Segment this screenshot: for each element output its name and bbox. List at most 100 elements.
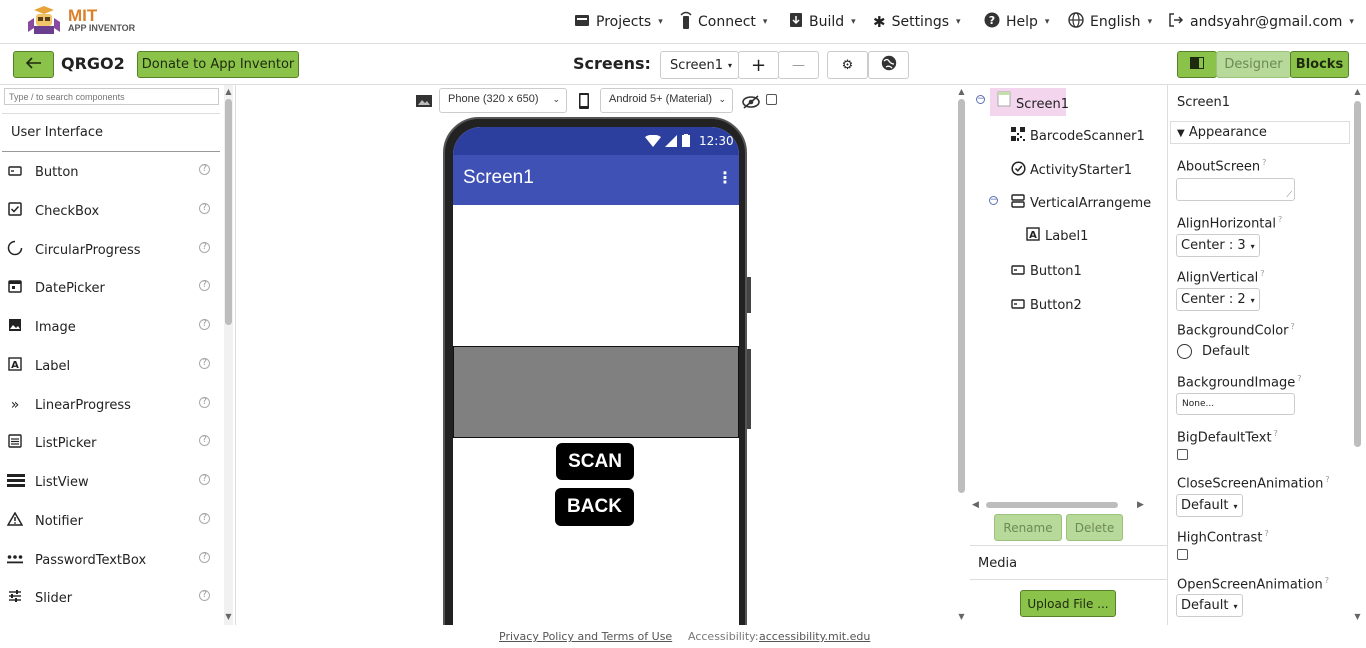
openscreenanimation-select[interactable]: Default ▾ xyxy=(1176,594,1243,617)
palette-item-circularprogress[interactable]: CircularProgress ? xyxy=(4,231,220,269)
palette-item-datepicker[interactable]: DatePicker ? xyxy=(4,269,220,307)
vertical-arrangement[interactable] xyxy=(453,346,739,438)
scrollbar-thumb[interactable] xyxy=(1354,101,1361,447)
tree-node-verticalarrangement1[interactable]: VerticalArrangeme xyxy=(1010,192,1151,214)
palette-item-label[interactable]: A Label ? xyxy=(4,347,220,385)
tree-node-barcodescanner1[interactable]: BarcodeScanner1 xyxy=(1010,125,1145,147)
palette-item-listpicker[interactable]: ListPicker ? xyxy=(4,424,220,462)
hidden-components-icon[interactable] xyxy=(742,94,760,113)
image-toggle-icon[interactable] xyxy=(416,93,432,112)
palette-item-checkbox[interactable]: CheckBox ? xyxy=(4,192,220,230)
properties-scrollbar[interactable]: ▲ ▼ xyxy=(1353,85,1362,625)
collapse-toggle-icon[interactable]: − xyxy=(976,95,985,104)
phone-screen[interactable]: 12:30 Screen1 ⋮ SCAN BACK xyxy=(453,127,739,625)
help-icon[interactable]: ? xyxy=(1291,322,1295,331)
scroll-up-icon[interactable]: ▲ xyxy=(957,87,966,96)
resize-handle-icon[interactable]: ⟋ xyxy=(1286,190,1292,200)
back-button[interactable] xyxy=(13,51,54,78)
palette-category-user-interface[interactable]: User Interface xyxy=(2,113,220,152)
help-icon[interactable]: ? xyxy=(199,280,210,291)
help-icon[interactable]: ? xyxy=(1262,158,1266,167)
component-search-input[interactable] xyxy=(4,88,219,105)
delete-button[interactable]: Delete xyxy=(1066,514,1123,541)
tree-node-label1[interactable]: A Label1 xyxy=(1025,225,1088,247)
palette-item-linearprogress[interactable]: » LinearProgress ? xyxy=(4,386,220,424)
scroll-down-icon[interactable]: ▼ xyxy=(1353,612,1362,621)
help-icon[interactable]: ? xyxy=(199,590,210,601)
scroll-left-icon[interactable]: ◀ xyxy=(972,500,979,510)
scroll-down-icon[interactable]: ▼ xyxy=(224,612,233,621)
aboutscreen-textarea[interactable]: ⟋ xyxy=(1176,178,1295,201)
device-size-select[interactable]: Phone (320 x 650) ⌄ xyxy=(439,88,567,113)
scroll-up-icon[interactable]: ▲ xyxy=(1353,87,1362,96)
accessibility-link[interactable]: accessibility.mit.edu xyxy=(759,630,870,643)
palette-scrollbar[interactable]: ▲ ▼ xyxy=(224,85,233,625)
help-icon[interactable]: ? xyxy=(1264,529,1268,538)
appearance-section-header[interactable]: ▼ Appearance xyxy=(1170,121,1350,144)
app-inventor-logo[interactable]: MIT APP INVENTOR xyxy=(24,2,135,38)
help-icon[interactable]: ? xyxy=(1297,374,1301,383)
help-icon[interactable]: ? xyxy=(1274,429,1278,438)
hidden-components-checkbox[interactable] xyxy=(766,94,777,105)
blocks-button[interactable]: Blocks xyxy=(1290,51,1349,78)
scrollbar-thumb[interactable] xyxy=(225,99,232,325)
scroll-up-icon[interactable]: ▲ xyxy=(224,87,233,96)
help-icon[interactable]: ? xyxy=(199,397,210,408)
rename-button[interactable]: Rename xyxy=(994,514,1062,541)
theme-select[interactable]: Android 5+ (Material) ⌄ xyxy=(600,88,733,113)
menu-build[interactable]: Build ▾ xyxy=(781,9,864,35)
upload-file-button[interactable]: Upload File ... xyxy=(1020,590,1116,617)
palette-item-button[interactable]: Button ? xyxy=(4,153,220,191)
phone-preview-icon[interactable] xyxy=(578,92,590,114)
menu-help[interactable]: ? Help ▾ xyxy=(976,9,1057,35)
backgroundimage-picker[interactable]: None... xyxy=(1176,393,1295,415)
collapse-toggle-icon[interactable]: − xyxy=(989,196,998,205)
viewer-scrollbar[interactable]: ▲ ▼ xyxy=(957,85,966,625)
help-icon[interactable]: ? xyxy=(1325,576,1329,585)
scan-button[interactable]: SCAN xyxy=(556,443,634,480)
help-icon[interactable]: ? xyxy=(1278,215,1282,224)
highcontrast-checkbox[interactable] xyxy=(1177,549,1188,560)
backgroundcolor-picker[interactable]: Default xyxy=(1177,344,1250,359)
help-icon[interactable]: ? xyxy=(1325,475,1329,484)
palette-item-listview[interactable]: ListView ? xyxy=(4,463,220,501)
menu-settings[interactable]: ✱ Settings ▾ xyxy=(865,9,969,35)
palette-item-image[interactable]: Image ? xyxy=(4,308,220,346)
designer-button[interactable]: Designer xyxy=(1216,51,1291,78)
add-screen-button[interactable]: + xyxy=(738,51,779,79)
menu-account[interactable]: andsyahr@gmail.com ▾ xyxy=(1160,9,1362,35)
help-icon[interactable]: ? xyxy=(1260,269,1264,278)
palette-item-passwordtextbox[interactable]: PasswordTextBox ? xyxy=(4,541,220,579)
screen-select[interactable]: Screen1 ▾ xyxy=(660,51,739,79)
menu-projects[interactable]: Projects ▾ xyxy=(566,9,671,35)
scroll-right-icon[interactable]: ▶ xyxy=(1137,500,1144,510)
bigdefaulttext-checkbox[interactable] xyxy=(1177,449,1188,460)
closescreenanimation-select[interactable]: Default ▾ xyxy=(1176,494,1243,517)
help-icon[interactable]: ? xyxy=(199,319,210,330)
tree-node-button2[interactable]: Button2 xyxy=(1010,294,1082,316)
tree-node-activitystarter1[interactable]: ActivityStarter1 xyxy=(1010,159,1132,181)
help-icon[interactable]: ? xyxy=(199,435,210,446)
publish-gallery-button[interactable] xyxy=(868,51,909,79)
scrollbar-thumb[interactable] xyxy=(958,99,965,493)
help-icon[interactable]: ? xyxy=(199,513,210,524)
tree-node-button1[interactable]: Button1 xyxy=(1010,260,1082,282)
help-icon[interactable]: ? xyxy=(199,552,210,563)
help-icon[interactable]: ? xyxy=(199,358,210,369)
tree-node-screen1[interactable]: Screen1 xyxy=(996,90,1069,112)
back-app-button[interactable]: BACK xyxy=(555,488,634,526)
help-icon[interactable]: ? xyxy=(199,242,210,253)
remove-screen-button[interactable]: — xyxy=(778,51,819,79)
toggle-panel-button[interactable] xyxy=(1177,51,1217,78)
help-icon[interactable]: ? xyxy=(199,164,210,175)
palette-item-notifier[interactable]: Notifier ? xyxy=(4,502,220,540)
alignhorizontal-select[interactable]: Center : 3 ▾ xyxy=(1176,234,1260,257)
help-icon[interactable]: ? xyxy=(199,474,210,485)
project-properties-button[interactable]: ⚙ xyxy=(827,51,868,79)
menu-connect[interactable]: Connect ▾ xyxy=(672,9,775,35)
tree-horizontal-scrollbar[interactable]: ◀ ▶ xyxy=(972,500,1152,510)
help-icon[interactable]: ? xyxy=(199,203,210,214)
alignvertical-select[interactable]: Center : 2 ▾ xyxy=(1176,288,1260,311)
palette-item-slider[interactable]: Slider ? xyxy=(4,579,220,617)
menu-language[interactable]: English ▾ xyxy=(1060,9,1160,35)
